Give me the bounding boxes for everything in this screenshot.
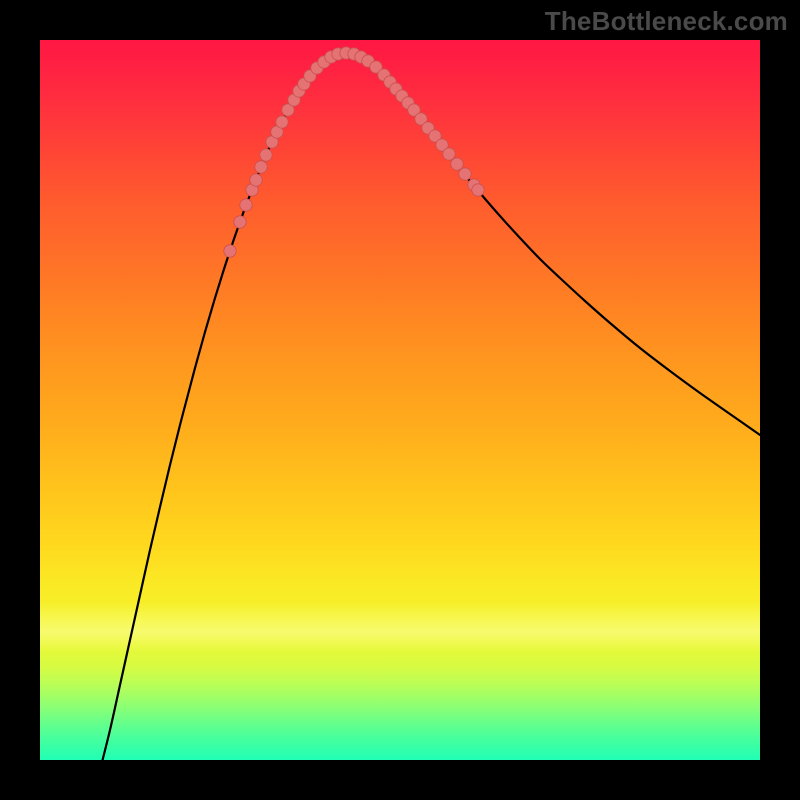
data-dot: [260, 149, 272, 161]
bottleneck-curve: [100, 53, 760, 760]
data-dot: [224, 245, 236, 257]
data-dot: [443, 148, 455, 160]
data-dot: [240, 199, 252, 211]
data-dot: [451, 158, 463, 170]
data-dots: [224, 47, 484, 257]
data-dot: [276, 116, 288, 128]
data-dot: [250, 174, 262, 186]
chart-frame: TheBottleneck.com: [0, 0, 800, 800]
curve-layer: [40, 40, 760, 760]
data-dot: [234, 216, 246, 228]
watermark-text: TheBottleneck.com: [545, 6, 788, 37]
data-dot: [472, 184, 484, 196]
plot-area: [40, 40, 760, 760]
data-dot: [255, 161, 267, 173]
data-dot: [459, 168, 471, 180]
